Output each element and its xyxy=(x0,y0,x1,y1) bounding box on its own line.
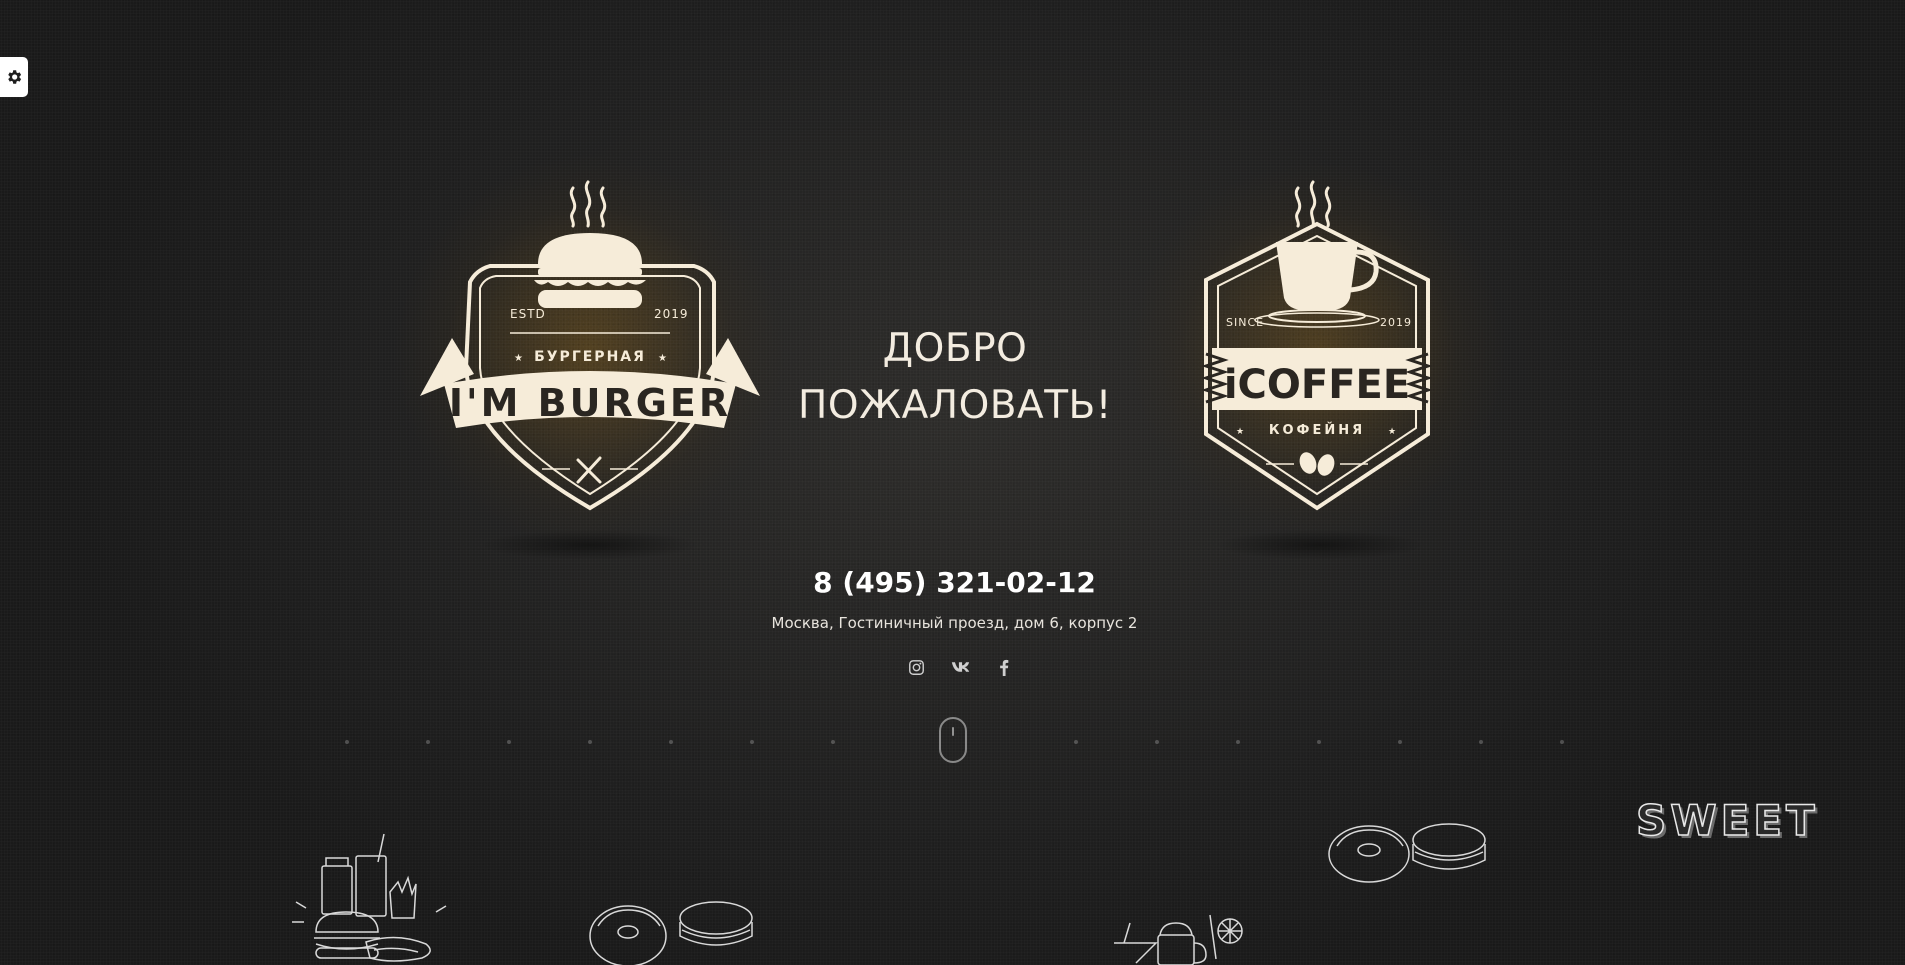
coffee-name-text: iCOFFEE xyxy=(1224,362,1410,408)
vk-link[interactable] xyxy=(949,656,971,678)
mouse-scroll-icon[interactable] xyxy=(939,717,967,763)
gear-icon xyxy=(8,70,22,84)
svg-text:★: ★ xyxy=(658,353,667,364)
settings-button[interactable] xyxy=(0,57,28,97)
burger-name-text: I'M BURGER xyxy=(449,381,731,425)
welcome-line-1: ДОБРО xyxy=(882,326,1028,371)
burger-year-text: 2019 xyxy=(654,307,689,321)
burger-estd-text: ESTD xyxy=(510,307,546,321)
svg-text:★: ★ xyxy=(1388,426,1396,436)
facebook-link[interactable] xyxy=(993,656,1015,678)
donut-macaron-sketch-icon-2 xyxy=(1328,823,1486,883)
fast-food-sketch-icon xyxy=(292,833,447,962)
coffee-subtitle-text: КОФЕЙНЯ xyxy=(1269,422,1365,438)
instagram-icon xyxy=(908,659,924,675)
coffee-since-text: SINCE xyxy=(1226,316,1264,329)
cocktail-sketch-icon xyxy=(1114,914,1243,965)
coffee-emblem-icon: SINCE 2019 iCOFFEE КОФЕЙНЯ ★ ★ xyxy=(1201,180,1433,511)
landing-page: ESTD 2019 БУРГЕРНАЯ ★ ★ I'M BURGER ДОБРО… xyxy=(0,0,1905,965)
welcome-line-2: ПОЖАЛОВАТЬ! xyxy=(798,383,1112,428)
coffee-year-text: 2019 xyxy=(1380,316,1412,329)
burger-logo-shadow xyxy=(480,530,700,560)
coffee-logo-shadow xyxy=(1215,530,1425,560)
social-links xyxy=(905,656,1015,678)
coffee-logo[interactable]: SINCE 2019 iCOFFEE КОФЕЙНЯ ★ ★ xyxy=(1200,178,1434,512)
phone-link[interactable]: 8 (495) 321-02-12 xyxy=(752,566,1157,599)
instagram-link[interactable] xyxy=(905,656,927,678)
burger-logo[interactable]: ESTD 2019 БУРГЕРНАЯ ★ ★ I'M BURGER xyxy=(414,178,766,512)
facebook-icon xyxy=(1000,659,1009,676)
burger-emblem-icon: ESTD 2019 БУРГЕРНАЯ ★ ★ I'M BURGER xyxy=(420,180,760,511)
svg-text:★: ★ xyxy=(514,353,523,364)
address-text: Москва, Гостиничный проезд, дом 6, корпу… xyxy=(771,614,1138,632)
burger-subtitle-text: БУРГЕРНАЯ xyxy=(534,349,646,365)
sweet-label: SWEET xyxy=(1635,795,1819,846)
welcome-heading: ДОБРО ПОЖАЛОВАТЬ! xyxy=(790,320,1120,434)
background-texture xyxy=(0,0,1905,965)
donut-macaron-sketch-icon xyxy=(589,901,753,965)
svg-text:★: ★ xyxy=(1236,426,1244,436)
vk-icon xyxy=(951,662,969,672)
